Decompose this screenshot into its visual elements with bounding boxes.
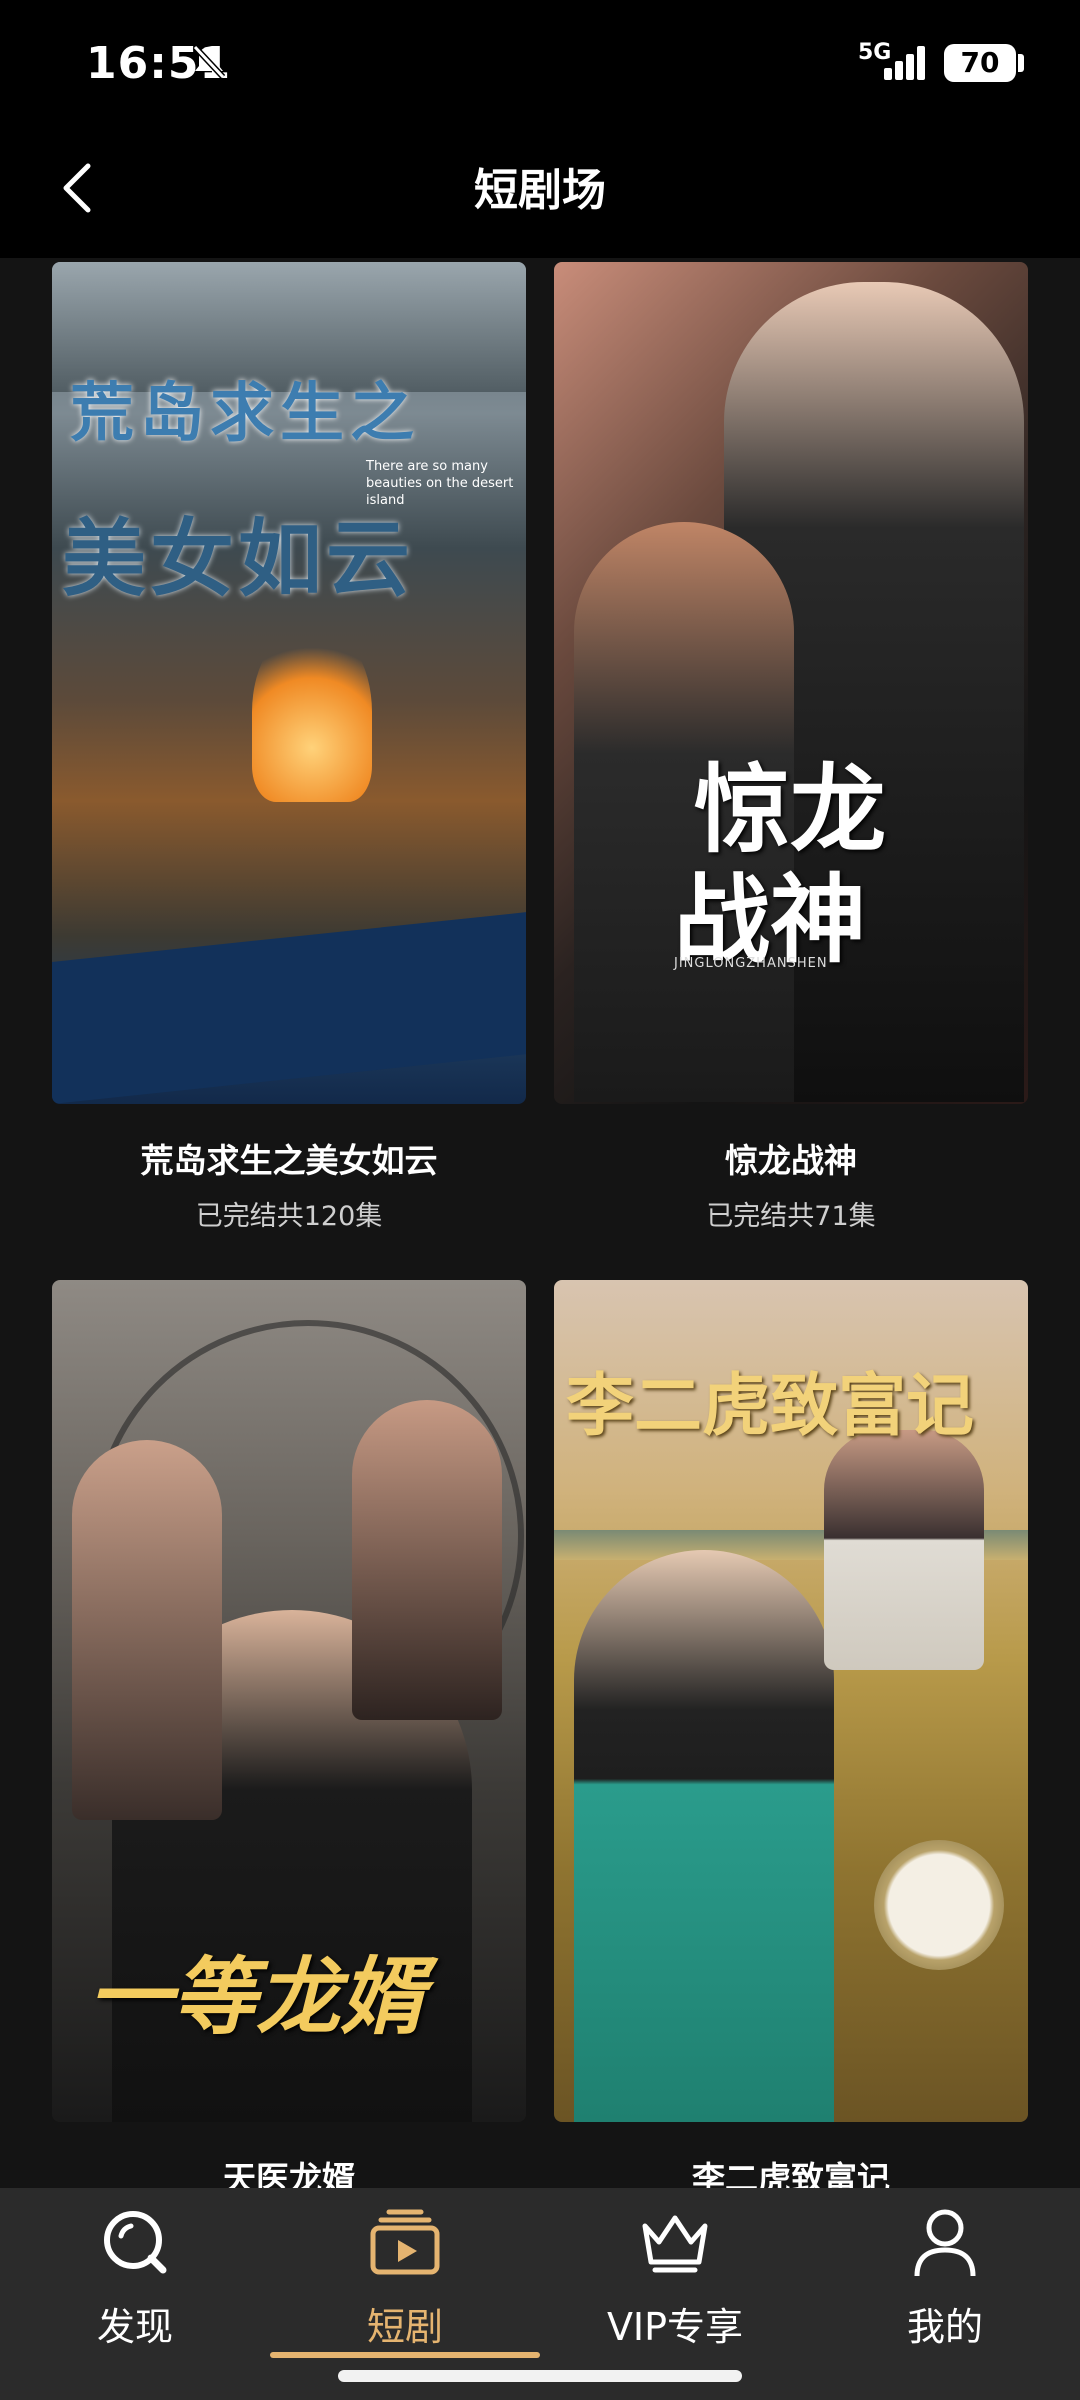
battery-icon: 70	[944, 44, 1016, 82]
drama-poster[interactable]: 李二虎致富记	[554, 1280, 1028, 2122]
home-indicator[interactable]	[338, 2370, 742, 2382]
poster-title-line2: 美女如云	[62, 510, 415, 608]
drama-poster[interactable]: 惊龙 战神 JINGLONGZHANSHEN	[554, 262, 1028, 1104]
signal-icon	[884, 46, 925, 80]
poster-title-line1: 荒岛求生之	[70, 377, 420, 451]
nav-vip[interactable]: VIP专享	[540, 2188, 810, 2358]
drama-title[interactable]: 天医龙婿	[52, 2152, 526, 2188]
drama-title[interactable]: 惊龙战神	[554, 1134, 1028, 1182]
nav-label: VIP专享	[606, 2305, 744, 2349]
nav-label: 我的	[906, 2305, 983, 2349]
drama-poster[interactable]: 荒岛求生之 美女如云 There are so many beauties on…	[52, 262, 526, 1104]
profile-icon	[914, 2209, 976, 2277]
drama-title[interactable]: 荒岛求生之美女如云	[52, 1134, 526, 1182]
nav-label: 短剧	[366, 2305, 443, 2349]
episode-status: 已完结共71集	[706, 1201, 876, 1232]
nav-discover[interactable]: 发现	[0, 2188, 270, 2358]
active-tab-indicator	[270, 2352, 540, 2358]
poster-english-tagline: There are so many beauties on the desert…	[366, 459, 514, 508]
nav-label: 发现	[96, 2305, 173, 2349]
nav-profile[interactable]: 我的	[810, 2188, 1080, 2358]
discover-icon	[104, 2211, 167, 2274]
signal-indicator: 5G	[858, 40, 928, 82]
nav-short-drama[interactable]: 短剧	[270, 2188, 540, 2358]
drama-poster[interactable]: 一等龙婿	[52, 1280, 526, 2122]
top-header: 短剧场	[0, 128, 1080, 258]
mute-bell-icon	[192, 44, 226, 80]
page-title: 短剧场	[474, 165, 606, 216]
poster-title-line1: 一等龙婿	[88, 1947, 425, 2046]
drama-title[interactable]: 李二虎致富记	[554, 2152, 1028, 2188]
episode-status: 已完结共120集	[195, 1201, 383, 1232]
battery-tip	[1018, 54, 1024, 72]
bottom-nav: 发现 短剧 VIP专享 我的	[0, 2188, 1080, 2400]
short-drama-icon	[370, 2209, 440, 2275]
crown-icon	[642, 2215, 708, 2273]
drama-grid: 荒岛求生之 美女如云 There are so many beauties on…	[0, 258, 1080, 2188]
poster-english-tagline: JINGLONGZHANSHEN	[674, 956, 828, 971]
poster-title-line1: 李二虎致富记	[566, 1366, 975, 1446]
status-bar: 16:51 5G 70	[0, 0, 1080, 128]
